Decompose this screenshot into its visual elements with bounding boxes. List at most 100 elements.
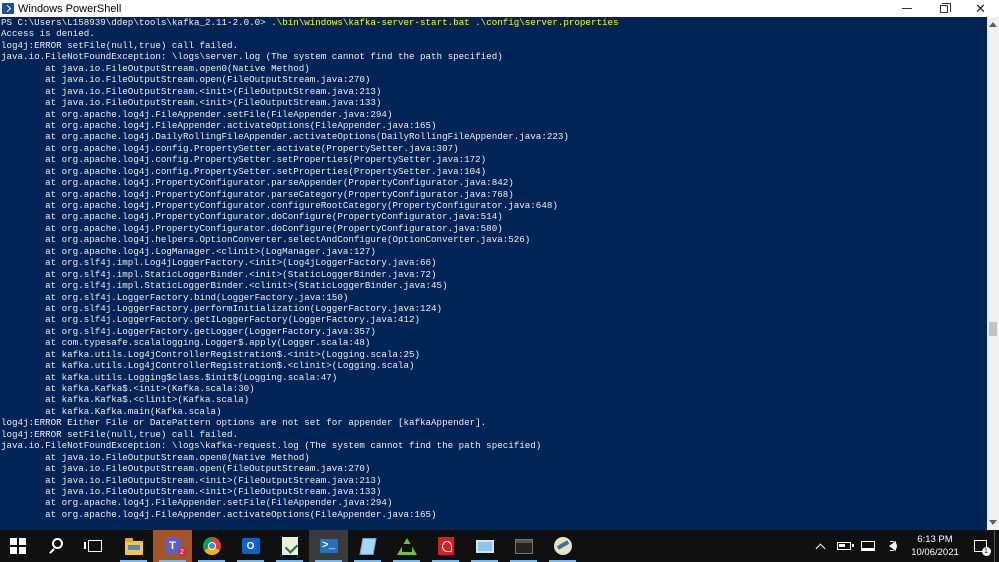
teams-badge: 2 bbox=[177, 547, 187, 557]
console-line: at org.slf4j.LoggerFactory.performInitia… bbox=[1, 302, 443, 314]
vpn-icon bbox=[396, 537, 417, 555]
console-line: at kafka.Kafka$.<clinit>(Kafka.scala) bbox=[1, 394, 250, 406]
maximize-button[interactable] bbox=[925, 0, 962, 17]
notifications-button[interactable]: 1 bbox=[966, 530, 994, 562]
console-line: at java.io.FileOutputStream.<init>(FileO… bbox=[1, 485, 382, 497]
show-desktop-button[interactable] bbox=[994, 530, 999, 562]
console-line: log4j:ERROR setFile(null,true) call fail… bbox=[1, 428, 239, 440]
windows-start-icon bbox=[10, 538, 26, 554]
console-line: at org.apache.log4j.FileAppender.activat… bbox=[1, 119, 437, 131]
restore-icon bbox=[939, 2, 951, 13]
console-line: at org.apache.log4j.FileAppender.setFile… bbox=[1, 108, 393, 120]
console-line: at org.apache.log4j.config.PropertySette… bbox=[1, 142, 459, 154]
console-line: Access is denied. bbox=[1, 28, 95, 40]
notification-badge: 1 bbox=[981, 547, 991, 556]
powershell-button[interactable]: >_ bbox=[309, 530, 348, 562]
vpn-button[interactable] bbox=[387, 530, 426, 562]
file-explorer-button[interactable] bbox=[114, 530, 153, 562]
window-title: Windows PowerShell bbox=[18, 2, 122, 15]
console-line: at java.io.FileOutputStream.open(FileOut… bbox=[1, 463, 371, 475]
prompt-path: PS C:\Users\L158939\ddep\tools\kafka_2.1… bbox=[1, 17, 272, 28]
powershell-window-icon[interactable] bbox=[2, 3, 14, 14]
show-hidden-icons-button[interactable] bbox=[808, 530, 832, 562]
title-bar: Windows PowerShell ✕ bbox=[0, 0, 999, 17]
close-button[interactable]: ✕ bbox=[962, 0, 999, 17]
console-line: at org.slf4j.LoggerFactory.bind(LoggerFa… bbox=[1, 291, 349, 303]
console-line: at org.apache.log4j.PropertyConfigurator… bbox=[1, 177, 514, 189]
remote-desktop-icon bbox=[475, 539, 494, 553]
sheet-app-button[interactable] bbox=[270, 530, 309, 562]
network-button[interactable] bbox=[856, 530, 880, 562]
console-line: at kafka.utils.Log4jControllerRegistrati… bbox=[1, 360, 415, 372]
sheet-app-icon bbox=[281, 537, 298, 555]
acrobat-button[interactable] bbox=[426, 530, 465, 562]
bird-app-button[interactable] bbox=[543, 530, 582, 562]
teams-button[interactable]: T 2 bbox=[153, 530, 192, 562]
console-lines: Access is denied. log4j:ERROR setFile(nul… bbox=[1, 28, 987, 520]
system-tray: 6:13 PM 10/06/2021 1 bbox=[808, 530, 999, 562]
bird-app-icon bbox=[553, 537, 572, 555]
console-line: java.io.FileNotFoundException: \logs\kaf… bbox=[1, 440, 542, 452]
chrome-icon bbox=[202, 537, 221, 555]
console-line: at org.slf4j.LoggerFactory.getILoggerFac… bbox=[1, 314, 421, 326]
battery-button[interactable] bbox=[832, 530, 856, 562]
console-line: at org.slf4j.impl.StaticLoggerBinder.<in… bbox=[1, 268, 437, 280]
taskbar: T 2 O >_ 6:13 PM 10/06/2021 1 bbox=[0, 530, 999, 562]
console-line: at java.io.FileOutputStream.<init>(FileO… bbox=[1, 474, 382, 486]
console-line: at java.io.FileOutputStream.open(FileOut… bbox=[1, 74, 371, 86]
battery-icon bbox=[837, 542, 854, 550]
console-line: at kafka.Kafka$.<init>(Kafka.scala:30) bbox=[1, 383, 255, 394]
console-line: at kafka.utils.Logging$class.$init$(Logg… bbox=[1, 371, 338, 383]
minimize-button[interactable] bbox=[888, 0, 925, 17]
console-line: at org.apache.log4j.FileAppender.activat… bbox=[1, 508, 437, 520]
volume-button[interactable] bbox=[880, 530, 904, 562]
clock-date: 10/06/2021 bbox=[911, 547, 959, 558]
start-button[interactable] bbox=[0, 530, 36, 562]
console-output[interactable]: PS C:\Users\L158939\ddep\tools\kafka_2.1… bbox=[0, 17, 987, 530]
console-line: at org.slf4j.LoggerFactory.getLogger(Log… bbox=[1, 325, 376, 337]
window-controls: ✕ bbox=[888, 0, 999, 17]
notepad-icon bbox=[359, 537, 376, 555]
search-button[interactable] bbox=[36, 530, 75, 562]
console-line: at org.apache.log4j.PropertyConfigurator… bbox=[1, 211, 503, 223]
outlook-button[interactable]: O bbox=[231, 530, 270, 562]
console-line: at java.io.FileOutputStream.open0(Native… bbox=[1, 62, 310, 74]
task-view-button[interactable] bbox=[75, 530, 114, 562]
chevron-up-icon bbox=[815, 543, 825, 553]
console-line: at java.io.FileOutputStream.open0(Native… bbox=[1, 451, 310, 463]
scroll-up-arrow-icon[interactable] bbox=[989, 22, 997, 27]
terminal-button[interactable] bbox=[504, 530, 543, 562]
network-icon bbox=[861, 541, 875, 551]
search-icon bbox=[47, 537, 65, 555]
chrome-button[interactable] bbox=[192, 530, 231, 562]
console-line: at org.slf4j.impl.StaticLoggerBinder.<cl… bbox=[1, 280, 448, 292]
console-line: at org.apache.log4j.config.PropertySette… bbox=[1, 154, 487, 166]
console-line: at org.slf4j.impl.Log4jLoggerFactory.<in… bbox=[1, 257, 437, 269]
scrollbar-thumb[interactable] bbox=[989, 322, 997, 336]
console-line: at org.apache.log4j.DailyRollingFileAppe… bbox=[1, 131, 569, 143]
console-line: log4j:ERROR Either File or DatePattern o… bbox=[1, 417, 487, 429]
vertical-scrollbar[interactable] bbox=[987, 17, 999, 530]
console-line: at kafka.Kafka.main(Kafka.scala) bbox=[1, 405, 222, 417]
console-line: at org.apache.log4j.PropertyConfigurator… bbox=[1, 200, 558, 211]
volume-icon bbox=[888, 541, 897, 551]
close-icon: ✕ bbox=[975, 1, 986, 16]
file-explorer-icon bbox=[124, 538, 143, 555]
notification-icon: 1 bbox=[973, 540, 991, 556]
console-line: at java.io.FileOutputStream.<init>(FileO… bbox=[1, 85, 382, 97]
scroll-down-arrow-icon[interactable] bbox=[989, 520, 997, 525]
prompt-command: .\bin\windows\kafka-server-start.bat .\c… bbox=[271, 17, 619, 28]
console-line: at java.io.FileOutputStream.<init>(FileO… bbox=[1, 97, 382, 109]
console-line: at org.apache.log4j.FileAppender.setFile… bbox=[1, 497, 393, 509]
powershell-icon: >_ bbox=[319, 539, 338, 553]
remote-desktop-button[interactable] bbox=[465, 530, 504, 562]
outlook-icon: O bbox=[241, 538, 260, 554]
clock[interactable]: 6:13 PM 10/06/2021 bbox=[904, 530, 966, 562]
console-line: at org.apache.log4j.LogManager.<clinit>(… bbox=[1, 245, 376, 257]
task-view-icon bbox=[83, 540, 102, 552]
acrobat-icon bbox=[437, 537, 454, 555]
console-line: at org.apache.log4j.config.PropertySette… bbox=[1, 165, 487, 177]
terminal-icon bbox=[514, 538, 533, 554]
minimize-icon bbox=[901, 8, 912, 9]
notepad-button[interactable] bbox=[348, 530, 387, 562]
